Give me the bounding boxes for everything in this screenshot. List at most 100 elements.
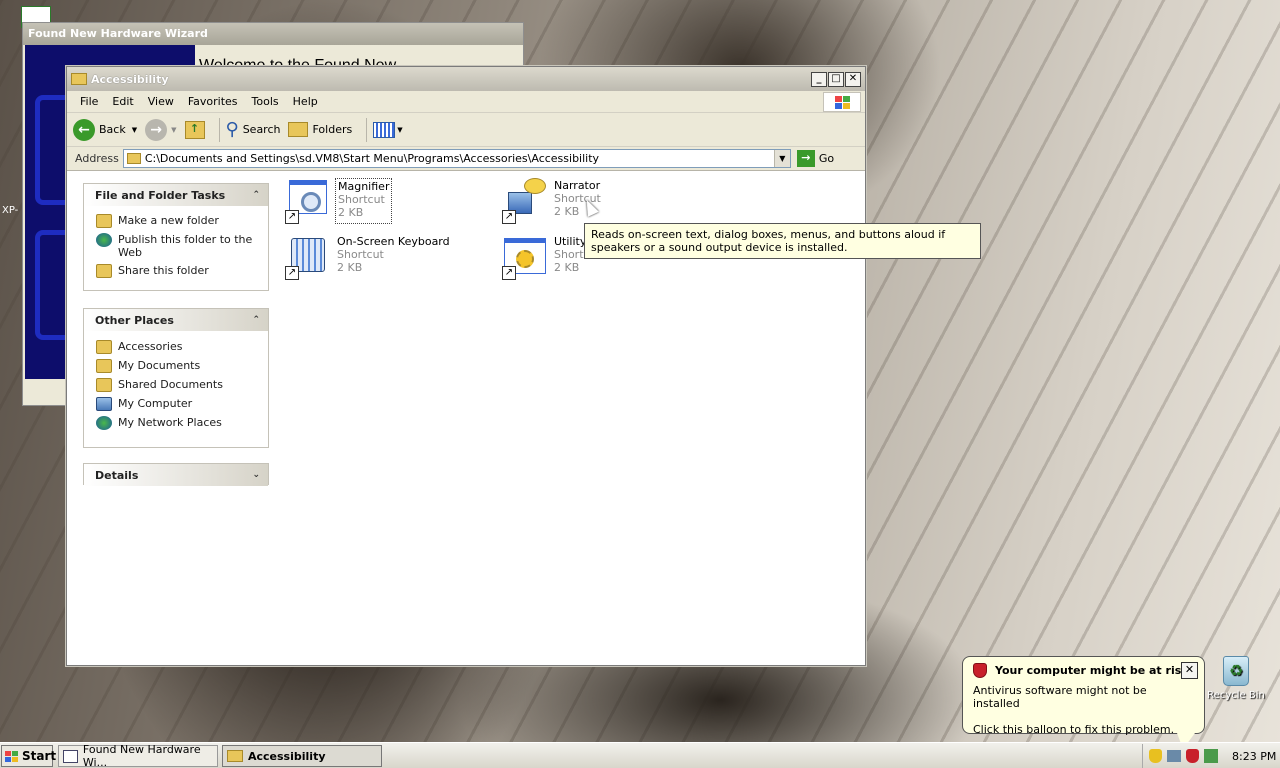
collapse-icon[interactable]: ⌃	[252, 190, 260, 200]
minimize-button[interactable]: _	[811, 71, 827, 87]
maximize-button[interactable]: □	[828, 71, 844, 87]
place-label: My Documents	[118, 359, 201, 372]
hardware-icon[interactable]	[1204, 749, 1218, 763]
shortcut-arrow-icon: ↗	[502, 210, 516, 224]
balloon-line-2: Click this balloon to fix this problem.	[973, 723, 1175, 736]
shortcut-arrow-icon: ↗	[502, 266, 516, 280]
panel-title: Other Places	[95, 313, 174, 327]
narrator-tooltip: Reads on-screen text, dialog boxes, menu…	[584, 223, 981, 259]
magnifier-icon: ↗	[285, 178, 329, 224]
toolbar-separator	[218, 117, 220, 142]
menu-view[interactable]: View	[141, 95, 181, 108]
search-button[interactable]: ⚲ Search	[226, 119, 281, 140]
panel-title: Details	[95, 468, 139, 482]
menu-help[interactable]: Help	[286, 95, 325, 108]
security-center-icon[interactable]	[1149, 749, 1162, 763]
system-tray: 8:23 PM	[1142, 744, 1280, 768]
recycle-bin-icon: ♻	[1223, 656, 1249, 686]
share-folder-icon	[96, 264, 112, 278]
expand-icon[interactable]: ⌄	[252, 470, 260, 480]
new-folder-icon	[96, 214, 112, 228]
file-folder-tasks-header[interactable]: File and Folder Tasks ⌃	[84, 184, 268, 206]
recycle-bin[interactable]: ♻ Recycle Bin	[1206, 656, 1266, 701]
address-dropdown-button[interactable]: ▼	[773, 150, 790, 167]
task-label: Make a new folder	[118, 214, 219, 227]
shared-folder-icon	[96, 378, 112, 392]
security-alert-icon[interactable]	[1186, 749, 1199, 763]
up-folder-icon: ↑	[184, 120, 205, 139]
address-label: Address	[75, 152, 119, 165]
place-label: My Network Places	[118, 416, 222, 429]
file-size: 2 KB	[554, 261, 580, 274]
address-bar: Address C:\Documents and Settings\sd.VM8…	[67, 147, 865, 171]
place-shared-documents[interactable]: Shared Documents	[84, 376, 268, 395]
folders-button[interactable]: Folders	[288, 122, 352, 137]
windows-logo-icon	[5, 750, 18, 762]
computer-icon	[96, 397, 112, 411]
file-utility-manager[interactable]: ↗ Utility Shortc 2 KB	[502, 234, 592, 280]
task-label: Share this folder	[118, 264, 209, 277]
wizard-icon	[63, 749, 78, 763]
file-size: 2 KB	[338, 206, 364, 219]
file-on-screen-keyboard[interactable]: ↗ On-Screen Keyboard Shortcut 2 KB	[285, 234, 452, 280]
shortcut-arrow-icon: ↗	[285, 210, 299, 224]
balloon-close-button[interactable]: ✕	[1181, 662, 1198, 679]
chevron-down-icon: ▼	[171, 125, 177, 134]
back-button[interactable]: ← Back ▼	[73, 118, 137, 141]
go-button[interactable]: → Go	[796, 150, 834, 167]
window-titlebar[interactable]: Accessibility _ □ ✕	[67, 67, 865, 91]
network-icon[interactable]	[1167, 750, 1181, 762]
menu-favorites[interactable]: Favorites	[181, 95, 245, 108]
fnh-title: Found New Hardware Wizard	[28, 27, 208, 40]
fnh-titlebar[interactable]: Found New Hardware Wizard	[23, 23, 523, 45]
security-shield-icon	[973, 663, 987, 678]
file-type: Shortcut	[337, 248, 384, 261]
task-publish-folder[interactable]: Publish this folder to the Web	[84, 231, 268, 262]
menu-file[interactable]: File	[73, 95, 105, 108]
taskbar-button-found-new-hardware[interactable]: Found New Hardware Wi...	[58, 743, 218, 768]
taskbar-button-accessibility[interactable]: Accessibility	[222, 745, 382, 767]
start-button[interactable]: Start	[1, 745, 57, 767]
file-type: Shortcut	[338, 193, 385, 206]
network-globe-icon	[96, 416, 112, 430]
clock[interactable]: 8:23 PM	[1232, 750, 1276, 763]
menu-tools[interactable]: Tools	[245, 95, 286, 108]
place-my-documents[interactable]: My Documents	[84, 357, 268, 376]
standard-toolbar: ← Back ▼ → ▼ ↑ ⚲ Search Folders ▼	[67, 113, 865, 147]
details-header[interactable]: Details ⌄	[84, 464, 268, 486]
task-label: Publish this folder to the Web	[118, 233, 253, 259]
place-my-network[interactable]: My Network Places	[84, 414, 268, 433]
task-share-folder[interactable]: Share this folder	[84, 262, 268, 281]
place-label: Shared Documents	[118, 378, 223, 391]
other-places-panel: Other Places ⌃ Accessories My Documents …	[83, 308, 269, 448]
details-panel: Details ⌄	[83, 463, 269, 486]
chevron-down-icon: ▼	[397, 125, 403, 134]
panel-title: File and Folder Tasks	[95, 188, 226, 202]
window-title: Accessibility	[91, 72, 169, 86]
menu-bar: File Edit View Favorites Tools Help	[67, 91, 865, 113]
place-accessories[interactable]: Accessories	[84, 338, 268, 357]
place-my-computer[interactable]: My Computer	[84, 395, 268, 414]
close-button[interactable]: ✕	[845, 71, 861, 87]
menu-edit[interactable]: Edit	[105, 95, 140, 108]
file-name: On-Screen Keyboard	[337, 235, 450, 248]
task-label: Found New Hardware Wi...	[82, 743, 201, 768]
file-magnifier[interactable]: ↗ Magnifier Shortcut 2 KB	[285, 178, 393, 224]
other-places-header[interactable]: Other Places ⌃	[84, 309, 268, 331]
address-path: C:\Documents and Settings\sd.VM8\Start M…	[144, 152, 600, 165]
file-size: 2 KB	[337, 261, 363, 274]
start-label: Start	[22, 749, 57, 763]
address-input[interactable]: C:\Documents and Settings\sd.VM8\Start M…	[122, 149, 791, 168]
collapse-icon[interactable]: ⌃	[252, 315, 260, 325]
accessibility-window[interactable]: Accessibility _ □ ✕ File Edit View Favor…	[66, 66, 866, 666]
place-label: My Computer	[118, 397, 193, 410]
views-icon	[373, 121, 396, 138]
file-folder-tasks-panel: File and Folder Tasks ⌃ Make a new folde…	[83, 183, 269, 291]
search-icon: ⚲	[225, 119, 239, 140]
task-make-new-folder[interactable]: Make a new folder	[84, 212, 268, 231]
security-balloon[interactable]: Your computer might be at risk Antivirus…	[962, 656, 1205, 749]
forward-button[interactable]: → ▼	[145, 118, 177, 141]
balloon-line-1: Antivirus software might not be installe…	[973, 684, 1147, 710]
views-button[interactable]: ▼	[373, 121, 403, 138]
up-folder-button[interactable]: ↑	[184, 120, 205, 139]
